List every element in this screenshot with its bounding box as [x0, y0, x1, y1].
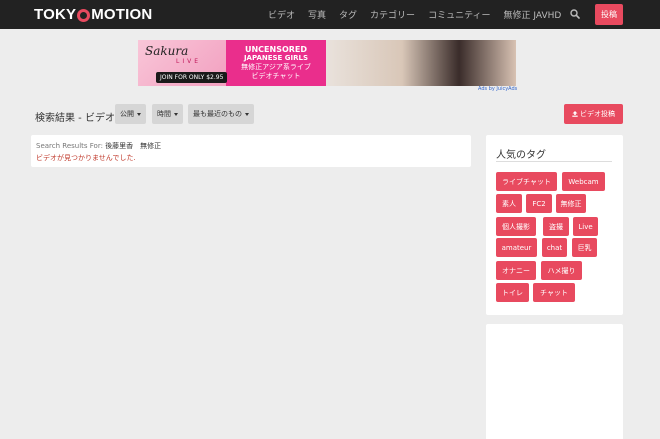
- filter-duration-dropdown[interactable]: 時間: [152, 104, 183, 124]
- banner-line-2: JAPANESE GIRLS: [243, 54, 309, 62]
- tag-chat-jp[interactable]: チャット: [533, 283, 575, 302]
- banner-line-4: ビデオチャット: [251, 72, 301, 80]
- banner-photo: [326, 40, 516, 86]
- search-results-label: Search Results For:: [36, 142, 103, 150]
- banner-brand-sub: LIVE: [176, 58, 202, 65]
- banner-text-block: UNCENSORED JAPANESE GIRLS 無修正アジア系ライブ ビデオ…: [226, 40, 326, 86]
- search-query: 後藤里香 無修正: [105, 142, 162, 150]
- ad-banner[interactable]: Sakura LIVE JOIN FOR ONLY $2.95 UNCENSOR…: [138, 40, 516, 86]
- banner-line-1: UNCENSORED: [244, 45, 308, 54]
- filter-public-label: 公開: [120, 110, 134, 118]
- nav-link-categories[interactable]: カテゴリー: [370, 8, 415, 21]
- nav-link-community[interactable]: コミュニティー: [428, 8, 490, 21]
- banner-brand-block: Sakura LIVE JOIN FOR ONLY $2.95: [138, 40, 228, 86]
- nav-link-videos[interactable]: ビデオ: [268, 8, 295, 21]
- tag-uncensored[interactable]: 無修正: [556, 194, 586, 213]
- post-button[interactable]: 投稿: [595, 4, 623, 25]
- tag-fc2[interactable]: FC2: [526, 194, 552, 213]
- tag-toilet[interactable]: トイレ: [496, 283, 529, 302]
- upload-icon: [572, 111, 578, 117]
- banner-line-3: 無修正アジア系ライブ: [241, 63, 311, 71]
- popular-tags-panel: 人気のタグ ライブチャット Webcam 素人 FC2 無修正 個人撮影 盗撮 …: [486, 135, 623, 315]
- no-results-message: ビデオが見つかりませんでした.: [36, 154, 136, 162]
- caret-down-icon: [137, 112, 141, 116]
- caret-down-icon: [174, 112, 178, 116]
- banner-join-badge: JOIN FOR ONLY $2.95: [156, 72, 228, 83]
- site-logo[interactable]: TOKY MOTION: [34, 6, 152, 24]
- tag-amateur-jp[interactable]: 素人: [496, 194, 522, 213]
- tag-live-chat[interactable]: ライブチャット: [496, 172, 557, 191]
- sidebar-ad-panel: [486, 324, 623, 439]
- nav-links: ビデオ 写真 タグ カテゴリー コミュニティー 無修正 JAVHD: [268, 0, 574, 29]
- upload-video-label: ビデオ投稿: [580, 110, 615, 118]
- search-results-panel: Search Results For: 後藤里香 無修正 ビデオが見つかりません…: [31, 135, 471, 167]
- tag-big-breasts[interactable]: 巨乳: [572, 238, 597, 257]
- nav-link-tags[interactable]: タグ: [339, 8, 357, 21]
- tag-private-shoot[interactable]: 個人撮影: [496, 217, 536, 236]
- top-navbar: TOKY MOTION ビデオ 写真 タグ カテゴリー コミュニティー 無修正 …: [0, 0, 660, 29]
- search-icon[interactable]: [570, 9, 580, 19]
- upload-video-button[interactable]: ビデオ投稿: [564, 104, 623, 124]
- nav-link-photos[interactable]: 写真: [308, 8, 326, 21]
- filter-public-dropdown[interactable]: 公開: [115, 104, 146, 124]
- popular-tags-title: 人気のタグ: [496, 150, 546, 161]
- filter-sort-label: 最も最近のもの: [193, 110, 242, 118]
- page-title: 検索結果 - ビデオ: [35, 113, 115, 124]
- search-results-heading: Search Results For: 後藤里香 無修正: [36, 141, 161, 151]
- nav-link-javhd[interactable]: 無修正 JAVHD: [504, 8, 562, 21]
- tag-chat[interactable]: chat: [542, 238, 567, 257]
- tag-masturbation[interactable]: オナニー: [496, 261, 536, 280]
- filter-duration-label: 時間: [157, 110, 171, 118]
- ads-by-link[interactable]: Ads by JuicyAds: [478, 86, 517, 92]
- tag-live[interactable]: Live: [573, 217, 598, 236]
- tag-amateur[interactable]: amateur: [496, 238, 537, 257]
- logo-text-right: MOTION: [91, 6, 153, 23]
- tag-webcam[interactable]: Webcam: [562, 172, 605, 191]
- filter-sort-dropdown[interactable]: 最も最近のもの: [188, 104, 254, 124]
- divider: [496, 161, 612, 162]
- logo-ring-icon: [77, 8, 91, 22]
- caret-down-icon: [245, 112, 249, 116]
- tag-voyeur[interactable]: 盗撮: [543, 217, 569, 236]
- tag-pov[interactable]: ハメ撮り: [541, 261, 582, 280]
- logo-text-left: TOKY: [34, 6, 77, 23]
- banner-brand: Sakura: [145, 44, 189, 58]
